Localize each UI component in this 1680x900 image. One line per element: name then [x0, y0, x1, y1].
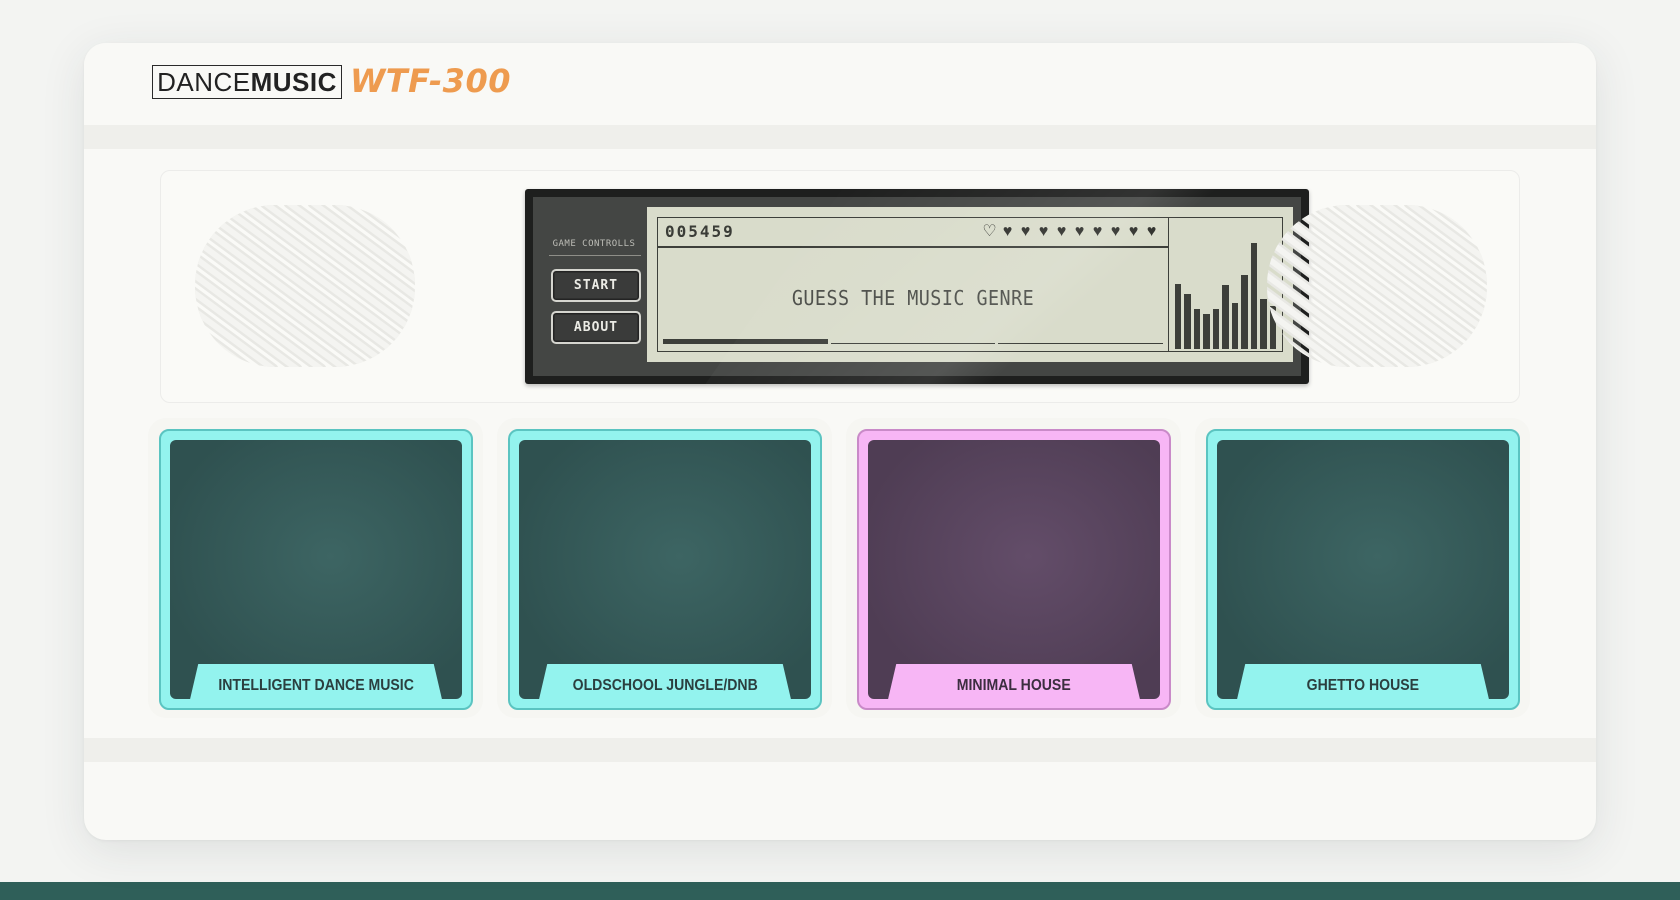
equalizer-bar [1175, 284, 1182, 349]
heart-full-icon: ♥ [1074, 223, 1085, 240]
progress-segment [998, 339, 1164, 344]
heart-empty-icon: ♡ [982, 223, 997, 240]
heart-full-icon: ♥ [1020, 223, 1031, 240]
equalizer-bar [1193, 309, 1201, 349]
progress-segment [663, 339, 828, 344]
heart-full-icon: ♥ [1056, 223, 1067, 240]
heart-full-icon: ♥ [1110, 223, 1121, 240]
heart-full-icon: ♥ [1002, 223, 1013, 240]
equalizer-bar [1241, 274, 1248, 349]
lcd-display: 005459 ♡ ♥ ♥ ♥ ♥ ♥ ♥ ♥ ♥ ♥ GUESS THE MUSIC GENRE [647, 207, 1293, 362]
pad-label-text: INTELLIGENT DANCE MUSIC [218, 677, 414, 694]
lcd-divider [658, 246, 1168, 248]
heart-full-icon: ♥ [1092, 223, 1103, 240]
start-button[interactable]: START [551, 269, 641, 302]
equalizer-bars [1175, 229, 1276, 349]
equalizer-bar [1250, 243, 1258, 349]
pad-slot-3: MINIMAL HOUSE [846, 418, 1181, 718]
pad-screen: MINIMAL HOUSE [868, 440, 1160, 699]
progress-segment [830, 339, 996, 344]
pad-label-text: MINIMAL HOUSE [957, 677, 1071, 694]
speaker-grille-left [195, 205, 415, 367]
pad-slot-4: GHETTO HOUSE [1195, 418, 1530, 718]
pad-label: GHETTO HOUSE [1235, 664, 1491, 699]
screen-bezel: GAME CONTROLLS START ABOUT 005459 ♡ ♥ ♥ ♥ ♥ ♥… [525, 189, 1309, 384]
header: DANCE MUSIC WTF-300 [84, 43, 1596, 125]
top-band [84, 125, 1596, 149]
pad-label-text: OLDSCHOOL JUNGLE/DNB [572, 677, 758, 694]
model-name: WTF-300 [350, 62, 511, 100]
pad-slot-1: INTELLIGENT DANCE MUSIC [148, 418, 483, 718]
pad-screen: INTELLIGENT DANCE MUSIC [170, 440, 462, 699]
brand-part-music: MUSIC [250, 67, 337, 97]
pad-screen: OLDSCHOOL JUNGLE/DNB [519, 440, 811, 699]
lcd-main-area: 005459 ♡ ♥ ♥ ♥ ♥ ♥ ♥ ♥ ♥ ♥ GUESS THE MUSIC GENRE [657, 217, 1169, 352]
brand-logo: DANCE MUSIC [152, 65, 342, 99]
lives-hearts: ♡ ♥ ♥ ♥ ♥ ♥ ♥ ♥ ♥ ♥ [981, 222, 1160, 242]
equalizer-bar [1212, 309, 1220, 349]
equalizer-bar [1222, 285, 1229, 349]
game-device: DANCE MUSIC WTF-300 GAME CONTROLLS START … [84, 43, 1596, 840]
heart-full-icon: ♥ [1128, 223, 1139, 240]
screen: GAME CONTROLLS START ABOUT 005459 ♡ ♥ ♥ ♥ ♥ ♥… [533, 197, 1301, 376]
genre-pad-idm[interactable]: INTELLIGENT DANCE MUSIC [159, 429, 473, 710]
lcd-message: GUESS THE MUSIC GENRE [791, 286, 1035, 310]
genre-pad-ghetto-house[interactable]: GHETTO HOUSE [1206, 429, 1520, 710]
heart-full-icon: ♥ [1038, 223, 1049, 240]
bottom-band [84, 738, 1596, 762]
genre-pad-jungle-dnb[interactable]: OLDSCHOOL JUNGLE/DNB [508, 429, 822, 710]
brand-part-dance: DANCE [157, 67, 251, 97]
pad-screen: GHETTO HOUSE [1217, 440, 1509, 699]
pad-label-text: GHETTO HOUSE [1306, 677, 1420, 694]
equalizer-bar [1184, 293, 1191, 349]
equalizer-bar [1231, 303, 1239, 349]
page-bottom-strip [0, 882, 1680, 900]
round-progress [663, 339, 1164, 344]
controls-divider [549, 255, 641, 256]
control-panel: GAME CONTROLLS START ABOUT 005459 ♡ ♥ ♥ ♥ ♥ ♥… [160, 170, 1520, 403]
pad-label: INTELLIGENT DANCE MUSIC [188, 664, 444, 699]
score-readout: 005459 [665, 222, 735, 241]
pad-label: MINIMAL HOUSE [886, 664, 1142, 699]
pad-label: OLDSCHOOL JUNGLE/DNB [537, 664, 793, 699]
speaker-grille-right [1267, 205, 1487, 367]
about-button[interactable]: ABOUT [551, 311, 641, 344]
equalizer-bar [1203, 314, 1210, 349]
controls-label: GAME CONTROLLS [552, 239, 636, 249]
heart-full-icon: ♥ [1146, 223, 1157, 240]
pad-slot-2: OLDSCHOOL JUNGLE/DNB [497, 418, 832, 718]
genre-pad-minimal-house[interactable]: MINIMAL HOUSE [857, 429, 1171, 710]
